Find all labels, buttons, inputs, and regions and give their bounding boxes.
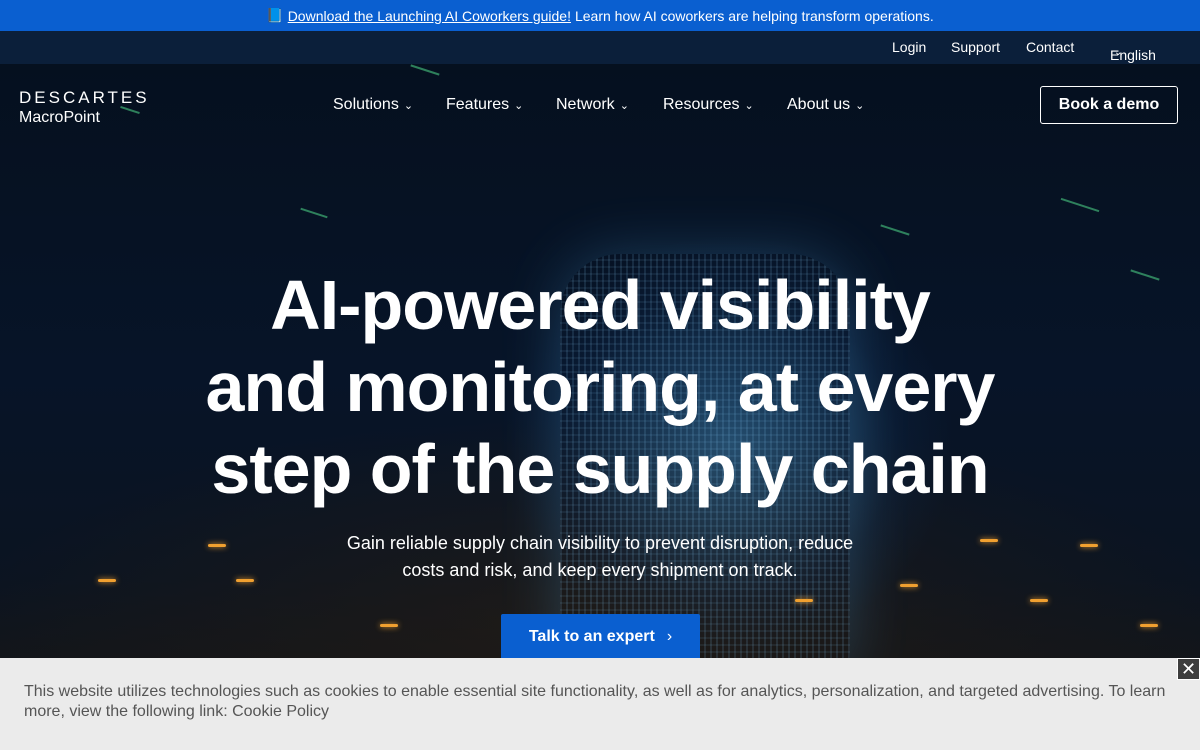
announcement-bar: 📘 Download the Launching AI Coworkers gu… [0,0,1200,31]
nav-features[interactable]: Features ⌄ [446,96,523,114]
light-streak [880,224,910,236]
announcement-text: Learn how AI coworkers are helping trans… [574,7,934,24]
light-streak [410,64,440,76]
nav-label: Resources [663,96,740,113]
nav-label: About us [787,96,851,113]
nav-label: Network [556,96,615,113]
logo-wordmark: DESCARTES [19,88,150,107]
ground-light [795,599,813,602]
chevron-down-icon: ⌄ [855,100,865,112]
support-link[interactable]: Support [951,39,1000,55]
ground-light [980,539,998,542]
nav-about-us[interactable]: About us ⌄ [787,96,864,114]
subtext-line: costs and risk, and keep every shipment … [402,560,798,580]
utility-nav: Login Support Contact English ⌄ [0,31,1200,64]
contact-link[interactable]: Contact [1026,39,1074,55]
ground-light [208,544,226,547]
book-demo-button[interactable]: Book a demo [1040,86,1178,124]
talk-to-expert-button[interactable]: Talk to an expert › [501,614,700,660]
announcement-link[interactable]: Download the Launching AI Coworkers guid… [288,8,571,24]
logo[interactable]: DESCARTES MacroPoint [19,88,150,127]
light-streak [1130,269,1160,281]
book-icon: 📘 [266,7,284,23]
headline-line: step of the supply chain [211,430,989,508]
chevron-down-icon: ⌄ [744,100,754,112]
login-link[interactable]: Login [892,39,926,55]
chevron-down-icon: ⌄ [1114,47,1123,58]
ground-light [900,584,918,587]
close-icon[interactable]: ✕ [1177,658,1200,680]
cookie-banner: This website utilizes technologies such … [0,658,1200,750]
ground-light [236,579,254,582]
headline-line: AI-powered visibility [270,266,931,344]
nav-label: Solutions [333,96,399,113]
nav-label: Features [446,96,510,113]
light-streak [1060,197,1100,213]
ground-light [1030,599,1048,602]
logo-product-name: MacroPoint [19,109,100,126]
chevron-right-icon: › [666,628,673,645]
chevron-down-icon: ⌄ [619,100,629,112]
ground-light [380,624,398,627]
ground-light [1140,624,1158,627]
chevron-down-icon: ⌄ [514,100,524,112]
chevron-down-icon: ⌄ [403,100,414,112]
nav-solutions[interactable]: Solutions ⌄ [333,96,413,114]
light-streak [300,207,328,219]
nav-network[interactable]: Network ⌄ [556,96,629,114]
cta-label: Talk to an expert [528,628,655,645]
cookie-text: This website utilizes technologies such … [24,683,1166,720]
nav-resources[interactable]: Resources ⌄ [663,96,754,114]
ground-light [98,579,116,582]
ground-light [1080,544,1098,547]
hero-headline: AI-powered visibility and monitoring, at… [100,264,1100,510]
subtext-line: Gain reliable supply chain visibility to… [346,533,854,553]
hero-subtext: Gain reliable supply chain visibility to… [300,530,900,584]
headline-line: and monitoring, at every [205,348,996,426]
